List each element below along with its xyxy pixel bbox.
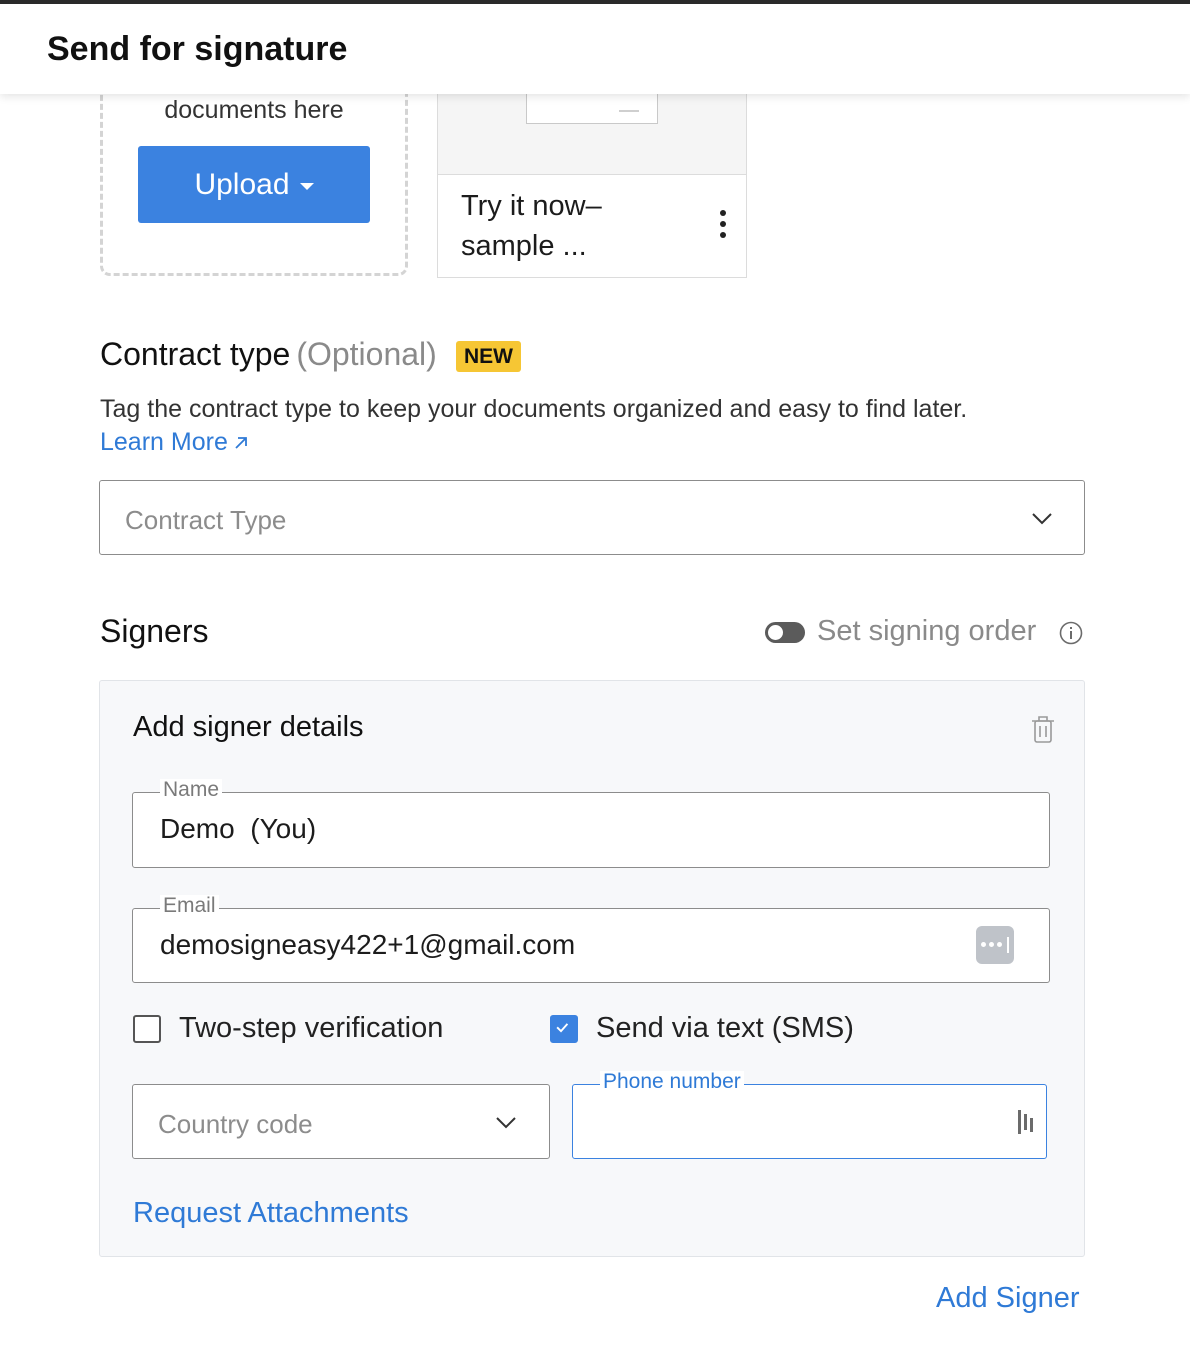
name-field[interactable]: Name Demo (You) [132,779,1050,868]
sms-label: Send via text (SMS) [596,1012,854,1044]
two-step-label: Two-step verification [179,1012,444,1044]
two-step-checkbox[interactable] [133,1014,161,1043]
signers-heading: Signers [100,613,209,649]
dropzone-text: documents here [164,96,344,124]
phone-autofill-icon[interactable] [1016,1108,1036,1136]
kebab-icon[interactable] [716,210,730,244]
signing-order-label: Set signing order [817,615,1037,647]
toggle-knob [768,625,783,640]
learn-more-label: Learn More [100,428,228,456]
sms-checkbox[interactable] [550,1014,578,1043]
new-badge: NEW [456,341,521,372]
page-title: Send for signature [47,30,348,68]
info-icon[interactable] [1059,621,1083,645]
send-for-signature-page: documents here Upload Try it now–sample … [0,0,1190,1372]
name-field-value: Demo (You) [160,813,317,844]
contract-type-placeholder: Contract Type [125,505,287,535]
password-manager-icon[interactable] [976,926,1014,964]
country-code-select[interactable]: Country code [132,1084,550,1159]
country-code-placeholder: Country code [158,1109,313,1139]
contract-type-select[interactable]: Contract Type [99,480,1085,555]
check-icon [556,1022,569,1033]
phone-number-label: Phone number [600,1071,744,1093]
contract-type-heading: Contract type (Optional) [100,336,437,373]
email-field-label: Email [160,895,219,917]
external-link-icon [235,436,247,449]
chevron-down-icon [1032,513,1052,525]
phone-number-field[interactable]: Phone number [572,1071,1047,1159]
signing-order-toggle[interactable] [765,622,805,643]
learn-more-link[interactable]: Learn More [100,428,250,457]
request-attachments-link[interactable]: Request Attachments [133,1197,409,1230]
sample-document-name: Try it now–sample ... [461,190,602,262]
signer-panel-title: Add signer details [133,711,364,743]
email-field[interactable]: Email demosigneasy422+1@gmail.com [132,895,1050,983]
add-signer-link[interactable]: Add Signer [936,1282,1080,1315]
chevron-down-icon [496,1117,516,1129]
optional-label: (Optional) [296,336,437,372]
send-via-sms-option[interactable]: Send via text (SMS) [550,1012,854,1045]
upload-button-label: Upload [194,167,290,201]
upload-button[interactable]: Upload [138,146,370,223]
contract-type-description: Tag the contract type to keep your docum… [100,395,968,423]
contract-type-title: Contract type [100,336,291,372]
email-field-value: demosigneasy422+1@gmail.com [160,929,576,960]
caret-down-icon [299,183,314,190]
trash-icon[interactable] [1031,714,1055,744]
name-field-label: Name [160,779,223,801]
document-thumbnail-icon [526,90,658,124]
two-step-verification-option[interactable]: Two-step verification [133,1012,443,1045]
page-header: Send for signature [0,4,1190,94]
